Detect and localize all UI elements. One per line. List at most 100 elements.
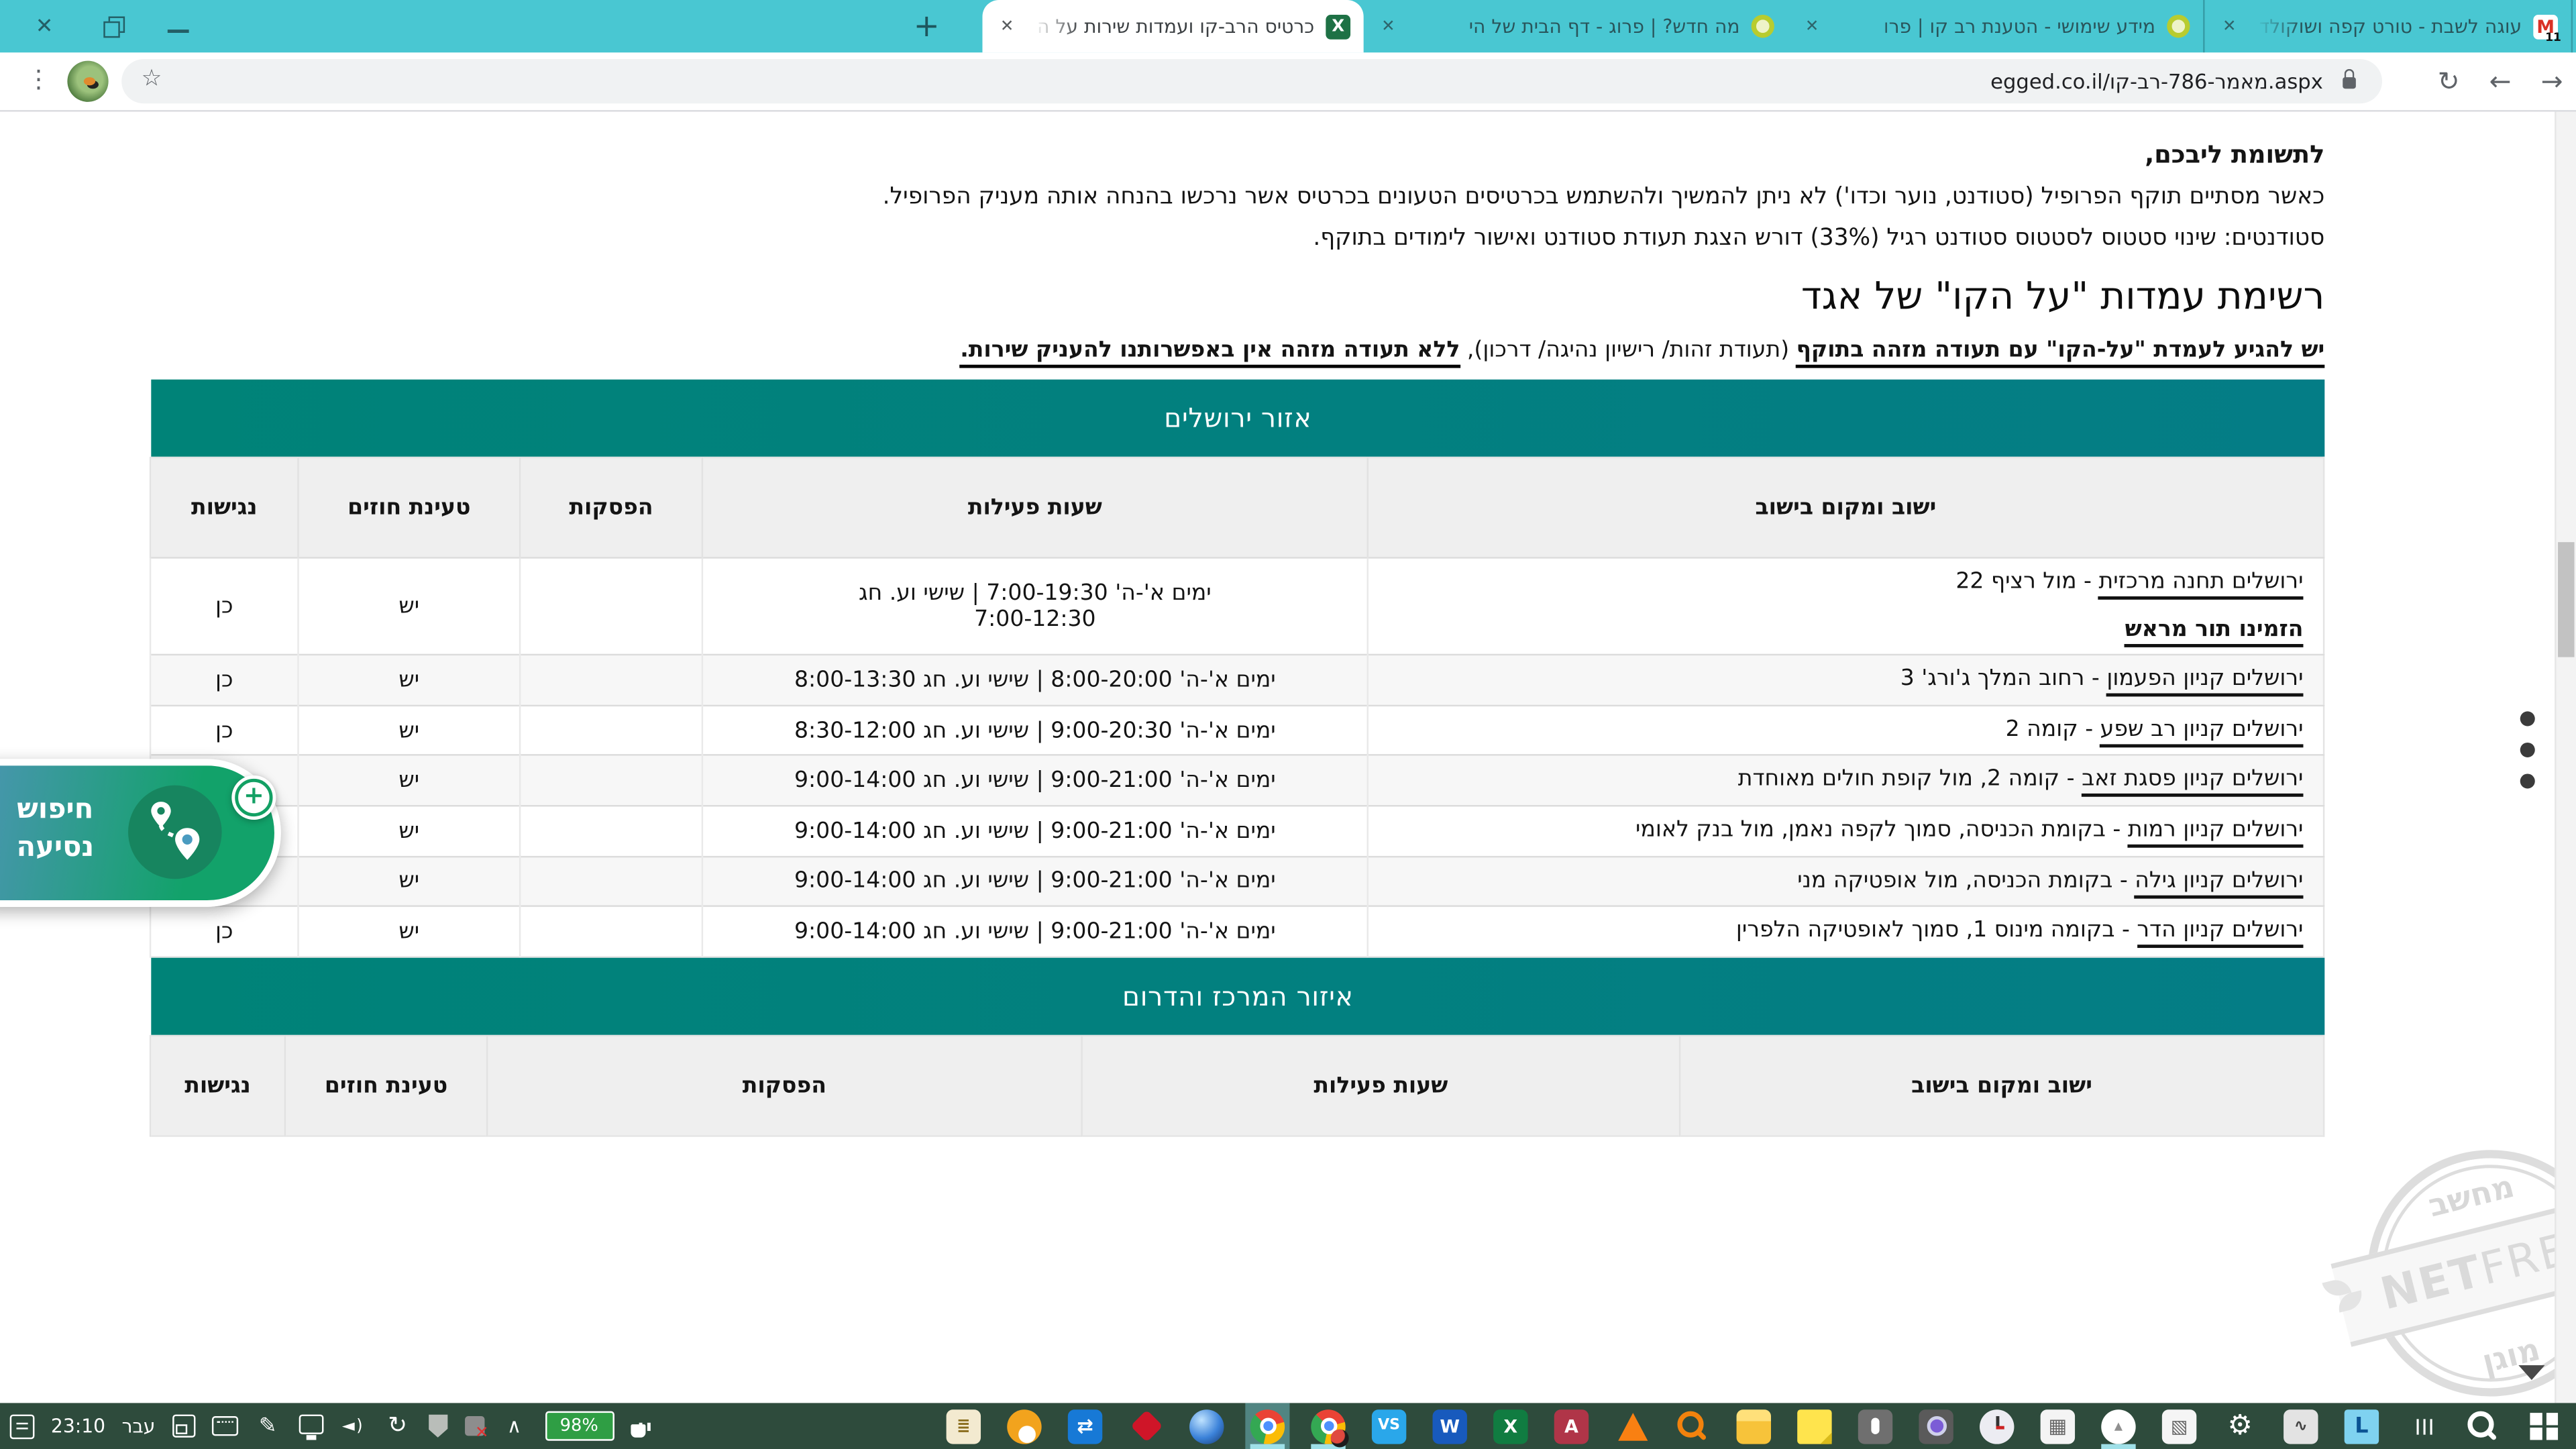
taskbar-app-photos[interactable]: ▴ xyxy=(2096,1403,2141,1449)
power-plug-icon xyxy=(630,1424,645,1437)
battery-indicator[interactable]: 98% xyxy=(545,1411,614,1441)
location-line: ירושלים קניון הפעמון - רחוב המלך ג'ורג' … xyxy=(1379,662,2304,698)
taskbar-app-camera[interactable] xyxy=(1914,1403,1958,1449)
sync-icon[interactable] xyxy=(384,1412,412,1440)
profile-avatar[interactable] xyxy=(67,61,108,102)
teamviewer-icon: ⇄ xyxy=(1068,1409,1102,1443)
taskbar-app-word[interactable]: W xyxy=(1428,1403,1472,1449)
browser-tab[interactable]: מידע שימושי - הטענת רב קו | פרו✕ xyxy=(1787,0,2204,52)
station-link[interactable]: ירושלים תחנה מרכזית xyxy=(2098,568,2303,600)
taskbar-app-snip-sketch[interactable]: ▧ xyxy=(2157,1403,2202,1449)
language-indicator[interactable]: עבר xyxy=(122,1415,156,1438)
taskbar-app-sphere-app[interactable] xyxy=(1185,1403,1229,1449)
tab-close-icon[interactable]: ✕ xyxy=(996,17,1018,36)
bookmark-star-icon[interactable]: ☆ xyxy=(142,66,162,92)
taskbar-app-access[interactable]: A xyxy=(1549,1403,1593,1449)
address-bar[interactable]: ☆ egged.co.il/מאמר-786-רב-קו.aspx xyxy=(121,59,2382,103)
taskbar-app-sticky-notes[interactable] xyxy=(1792,1403,1837,1449)
warning-normal: (תעודת זהות/ רישיון נהיגה/ דרכון), xyxy=(1460,337,1796,363)
taskbar-app-teamviewer[interactable]: ⇄ xyxy=(1063,1403,1107,1449)
station-link[interactable]: ירושלים קניון הפעמון xyxy=(2106,665,2303,697)
column-header: הפסקות xyxy=(487,1035,1082,1135)
browser-tab[interactable]: מה חדש? | פרוג - דף הבית של הי✕ xyxy=(1364,0,1788,52)
taskbar-app-excel[interactable]: X xyxy=(1489,1403,1533,1449)
scrollbar-track[interactable] xyxy=(2555,110,2576,1403)
station-link[interactable]: ירושלים קניון רמות xyxy=(2128,816,2304,848)
station-link[interactable]: ירושלים קניון פסגת זאב xyxy=(2082,766,2303,798)
route-map-icon xyxy=(128,786,222,879)
taskbar-app-diamond-app[interactable] xyxy=(1124,1403,1168,1449)
reload-icon[interactable]: ↻ xyxy=(2438,66,2460,97)
taskbar-app-vscode[interactable]: VS xyxy=(1367,1403,1411,1449)
hours-text: ימים א'-ה' 9:00-21:00 | שישי וע. חג 9:00… xyxy=(713,918,1357,945)
browser-menu-icon[interactable]: ⋮ xyxy=(26,64,51,94)
back-icon[interactable]: ← xyxy=(2489,66,2512,97)
station-link[interactable]: ירושלים קניון גילה xyxy=(2135,867,2303,898)
location-cell: ירושלים קניון פסגת זאב - קומה 2, מול קופ… xyxy=(1368,755,2324,806)
contracts-cell: יש xyxy=(298,557,520,655)
trip-search-button[interactable]: חיפושנסיעה + xyxy=(0,759,281,906)
appointment-link[interactable]: הזמינו תור מראש xyxy=(2125,615,2304,647)
taskbar-app-chrome-active[interactable] xyxy=(1245,1403,1289,1449)
forward-icon[interactable]: → xyxy=(2541,66,2563,97)
taskbar-app-vlc[interactable] xyxy=(1610,1403,1654,1449)
window-minimize-icon[interactable] xyxy=(168,30,189,33)
shield-icon[interactable] xyxy=(428,1415,447,1438)
tab-close-icon[interactable]: ✕ xyxy=(1377,17,1399,36)
taskbar-app-quick-settings[interactable]: ☰ xyxy=(2400,1403,2445,1449)
search-orange-icon xyxy=(1676,1409,1710,1443)
taskbar-clock[interactable]: 23:10 xyxy=(51,1415,105,1438)
taskbar-app-calculator[interactable]: ▦ xyxy=(2035,1403,2080,1449)
tab-close-icon[interactable]: ✕ xyxy=(2218,17,2241,36)
taskbar-app-resource-monitor[interactable]: ∿ xyxy=(2279,1403,2323,1449)
windows-start-icon xyxy=(2527,1409,2561,1443)
volume-icon[interactable] xyxy=(339,1412,368,1440)
region-banner: אזור ירושלים xyxy=(151,380,2324,457)
taskbar-app-search[interactable] xyxy=(2461,1403,2506,1449)
chevron-icon[interactable] xyxy=(500,1412,529,1440)
page-nav-dots[interactable] xyxy=(2520,711,2535,805)
station-link[interactable]: ירושלים קניון הדר xyxy=(2137,917,2303,949)
location-line: ירושלים תחנה מרכזית - מול רציף 22 xyxy=(1379,565,2304,600)
add-icon[interactable]: + xyxy=(231,775,276,820)
secure-lock-icon[interactable] xyxy=(2343,77,2356,89)
browser-tab[interactable]: M11 עוגה לשבת - טורט קפה ושוקולד ✕ xyxy=(2205,0,2573,52)
stations-table: ישוב ומקום בישובשעות פעילותהפסקותטעינת ח… xyxy=(150,457,2324,957)
taskbar-app-voice-recorder[interactable] xyxy=(1853,1403,1897,1449)
tab-close-icon[interactable]: ✕ xyxy=(1801,17,1823,36)
new-tab-button[interactable]: + xyxy=(905,7,948,50)
breaks-cell xyxy=(520,806,702,856)
taskbar-app-alarms-clock[interactable] xyxy=(1975,1403,2019,1449)
taskbar-app-l-app[interactable]: L xyxy=(2339,1403,2383,1449)
display-icon[interactable] xyxy=(298,1413,323,1433)
gmail-favicon-icon: M11 xyxy=(2533,14,2558,39)
taskbar-app-chrome-secondary[interactable] xyxy=(1306,1403,1350,1449)
window-restore-icon[interactable] xyxy=(103,16,123,36)
station-link[interactable]: ירושלים קניון רב שפע xyxy=(2100,716,2304,747)
blocked-icon[interactable] xyxy=(464,1416,484,1436)
region-banner: איזור המרכז והדרום xyxy=(151,957,2324,1034)
taskbar-app-windows-start[interactable] xyxy=(2522,1403,2566,1449)
taskbar-app-file-explorer[interactable] xyxy=(1731,1403,1776,1449)
tab-title: עוגה לשבת - טורט קפה ושוקולד xyxy=(2253,15,2522,38)
alarms-clock-icon xyxy=(1980,1409,2014,1443)
browser-tab[interactable]: Xכרטיס הרב-קו ועמדות שירות על ה✕ xyxy=(982,0,1363,52)
touch-select-icon[interactable] xyxy=(172,1415,195,1438)
taskbar: 23:10 עבר 98% ≣ ⇄ VS WXA ▦ ▴ ▧ ⚙ ∿ L ☰ xyxy=(0,1403,2576,1449)
keyboard-icon[interactable] xyxy=(211,1416,237,1436)
taskbar-app-search-orange[interactable] xyxy=(1671,1403,1715,1449)
scrollbar-thumb[interactable] xyxy=(2558,542,2574,657)
taskbar-app-settings[interactable]: ⚙ xyxy=(2218,1403,2262,1449)
photos-icon: ▴ xyxy=(2101,1409,2135,1443)
breaks-cell xyxy=(520,755,702,806)
taskbar-app-docs-search[interactable]: ≣ xyxy=(941,1403,985,1449)
hours-text: ימים א'-ה' 9:00-21:00 | שישי וע. חג 9:00… xyxy=(713,818,1357,844)
taskbar-app-otzar[interactable] xyxy=(1002,1403,1046,1449)
pen-icon[interactable] xyxy=(254,1412,282,1440)
window-close-icon[interactable]: ✕ xyxy=(30,14,59,39)
url-text[interactable]: egged.co.il/מאמר-786-רב-קו.aspx xyxy=(1990,69,2323,94)
scroll-down-arrow[interactable] xyxy=(2518,1365,2544,1380)
tab-strip: Xכרטיס הרב-קו ועמדות שירות על ה✕מה חדש? … xyxy=(982,0,2573,52)
notification-center-icon[interactable] xyxy=(10,1413,35,1438)
docs-search-icon: ≣ xyxy=(947,1409,981,1443)
